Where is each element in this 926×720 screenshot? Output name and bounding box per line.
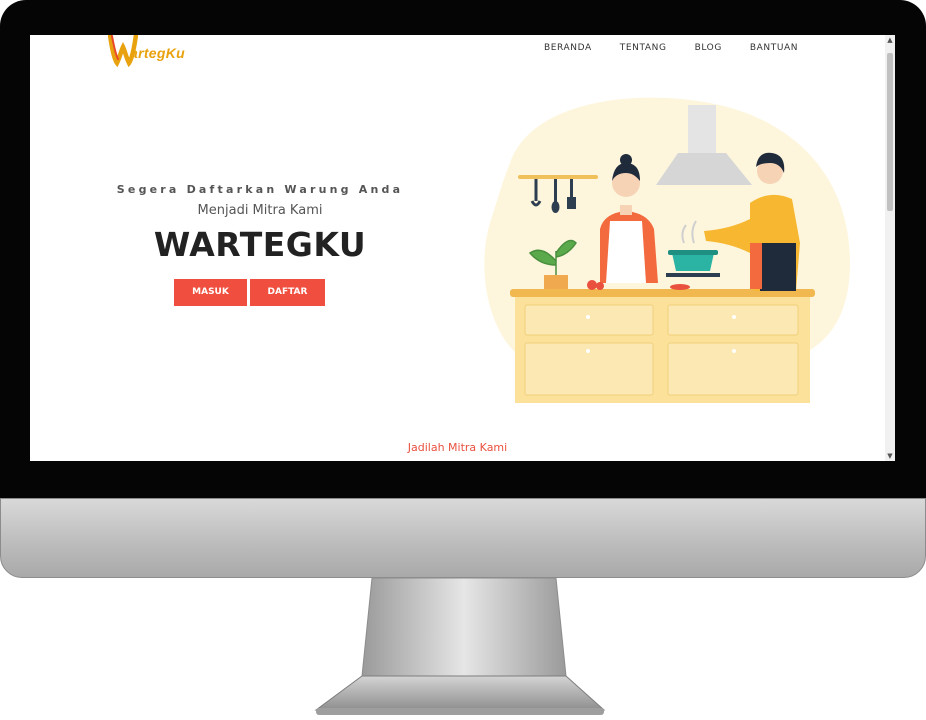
hero-tagline: Segera Daftarkan Warung Anda <box>116 183 404 196</box>
nav-beranda[interactable]: BERANDA <box>530 43 606 53</box>
main-nav: BERANDA TENTANG BLOG BANTUAN <box>530 43 812 53</box>
monitor-stand <box>314 578 606 715</box>
register-button[interactable]: DAFTAR <box>250 279 325 306</box>
browser-viewport: artegKu BERANDA TENTANG BLOG BANTUAN Seg… <box>30 35 895 461</box>
monitor-chin <box>0 498 926 578</box>
hero-title: WARTEGKU <box>153 225 367 264</box>
login-button[interactable]: MASUK <box>174 279 247 306</box>
wartegku-logo[interactable]: artegKu <box>107 35 208 68</box>
become-partner-link[interactable]: Jadilah Mitra Kami <box>30 441 885 454</box>
scroll-up-arrow-icon[interactable]: ▲ <box>885 35 895 45</box>
logo-text: artegKu <box>130 45 185 61</box>
kitchen-cooking-illustration <box>484 97 850 403</box>
nav-tentang[interactable]: TENTANG <box>606 43 681 53</box>
page-scrollbar[interactable]: ▲ ▼ <box>885 35 895 461</box>
scroll-down-arrow-icon[interactable]: ▼ <box>885 451 895 461</box>
scroll-thumb[interactable] <box>887 53 893 211</box>
nav-bantuan[interactable]: BANTUAN <box>736 43 812 53</box>
nav-blog[interactable]: BLOG <box>681 43 736 53</box>
hero-subtitle: Menjadi Mitra Kami <box>197 203 323 218</box>
